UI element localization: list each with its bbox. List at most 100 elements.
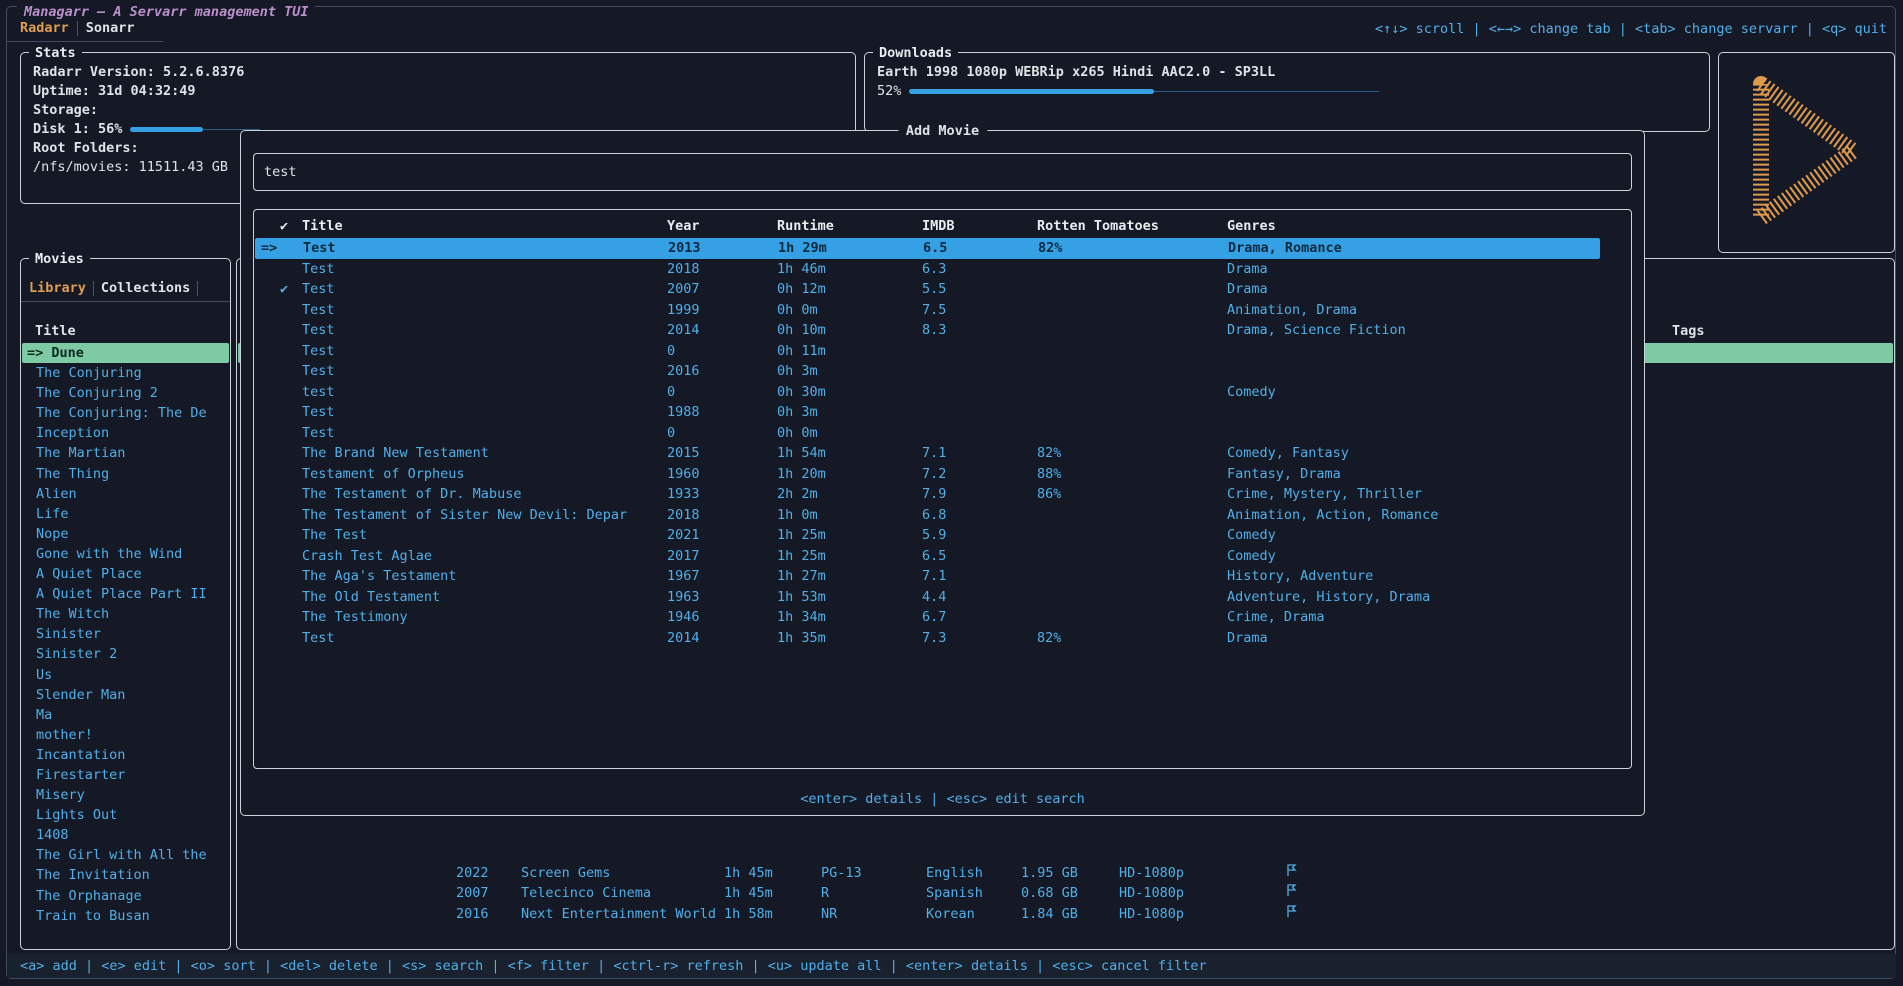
app-title: Managarr — A Servarr management TUI bbox=[17, 4, 315, 20]
list-item[interactable]: The Conjuring 2 bbox=[22, 383, 229, 403]
list-item[interactable]: The Martian bbox=[22, 443, 229, 463]
result-row[interactable]: =>Test20131h 29m6.582%Drama, Romance bbox=[255, 238, 1600, 259]
list-item[interactable]: Life bbox=[22, 504, 229, 524]
cell-genres: Drama, Science Fiction bbox=[1227, 320, 1406, 341]
cell-studio: Telecinco Cinema bbox=[521, 883, 651, 903]
list-item[interactable]: Sinister bbox=[22, 624, 229, 644]
cell-runtime: 1h 45m bbox=[724, 883, 773, 903]
movies-tabs-underline bbox=[21, 301, 230, 302]
list-item[interactable]: Nope bbox=[22, 524, 229, 544]
result-row[interactable]: Test20140h 10m8.3Drama, Science Fiction bbox=[254, 320, 1631, 341]
list-item[interactable]: Lights Out bbox=[22, 805, 229, 825]
cell-genres: Adventure, History, Drama bbox=[1227, 587, 1430, 608]
results-header: ✔ Title Year Runtime IMDB Rotten Tomatoe… bbox=[254, 216, 1631, 236]
list-item[interactable]: 1408 bbox=[22, 825, 229, 845]
result-row[interactable]: Test00h 11m bbox=[254, 341, 1631, 362]
result-row[interactable]: Test00h 0m bbox=[254, 423, 1631, 444]
cell-size: 1.95 GB bbox=[1021, 863, 1078, 883]
list-item[interactable]: A Quiet Place bbox=[22, 564, 229, 584]
list-item[interactable]: The Thing bbox=[22, 464, 229, 484]
tab-collections[interactable]: Collections bbox=[101, 280, 190, 296]
library-row[interactable]: 2007Telecinco Cinema1h 45mRSpanish0.68 G… bbox=[237, 883, 1894, 903]
result-row[interactable]: Test19880h 3m bbox=[254, 402, 1631, 423]
cell-rt: 86% bbox=[1037, 484, 1061, 505]
cell-title: Crash Test Aglae bbox=[302, 546, 432, 567]
check-icon: ✔ bbox=[280, 279, 288, 300]
col-genres: Genres bbox=[1227, 216, 1276, 237]
disk-label: Disk 1: 56% bbox=[33, 120, 122, 139]
result-row[interactable]: The Testament of Sister New Devil: Depar… bbox=[254, 505, 1631, 526]
result-row[interactable]: The Test20211h 25m5.9Comedy bbox=[254, 525, 1631, 546]
list-item[interactable]: Alien bbox=[22, 484, 229, 504]
list-item[interactable]: The Witch bbox=[22, 604, 229, 624]
library-row[interactable]: 2022Screen Gems1h 45mPG-13English1.95 GB… bbox=[237, 863, 1894, 883]
result-row[interactable]: Crash Test Aglae20171h 25m6.5Comedy bbox=[254, 546, 1631, 567]
cell-title: The Brand New Testament bbox=[302, 443, 489, 464]
result-row[interactable]: test00h 30mComedy bbox=[254, 382, 1631, 403]
list-item[interactable]: => Dune bbox=[22, 343, 229, 363]
tab-divider bbox=[93, 281, 94, 296]
tab-radarr[interactable]: Radarr bbox=[20, 20, 69, 36]
result-row[interactable]: The Testimony19461h 34m6.7Crime, Drama bbox=[254, 607, 1631, 628]
download-progress-gauge bbox=[909, 82, 1379, 101]
cell-studio: Screen Gems bbox=[521, 863, 610, 883]
add-movie-search-input[interactable] bbox=[253, 153, 1632, 191]
cell-title: The Testament of Dr. Mabuse bbox=[302, 484, 521, 505]
result-row[interactable]: The Aga's Testament19671h 27m7.1History,… bbox=[254, 566, 1631, 587]
cell-year: 2018 bbox=[667, 259, 700, 280]
cell-title: Test bbox=[302, 259, 335, 280]
movies-panel: Movies Library Collections Title => Dune… bbox=[20, 258, 231, 950]
cell-year: 0 bbox=[667, 423, 675, 444]
result-row[interactable]: Test20141h 35m7.382%Drama bbox=[254, 628, 1631, 649]
cell-imdb: 5.9 bbox=[922, 525, 946, 546]
result-row[interactable]: The Testament of Dr. Mabuse19332h 2m7.98… bbox=[254, 484, 1631, 505]
cell-genres: Comedy, Fantasy bbox=[1227, 443, 1349, 464]
cell-year: 1967 bbox=[667, 566, 700, 587]
cell-runtime: 0h 11m bbox=[777, 341, 826, 362]
tab-library[interactable]: Library bbox=[29, 280, 86, 296]
list-item[interactable]: Misery bbox=[22, 785, 229, 805]
list-item[interactable]: Inception bbox=[22, 423, 229, 443]
result-row[interactable]: The Brand New Testament20151h 54m7.182%C… bbox=[254, 443, 1631, 464]
list-item[interactable]: Gone with the Wind bbox=[22, 544, 229, 564]
cell-year: 2021 bbox=[667, 525, 700, 546]
cell-runtime: 1h 34m bbox=[777, 607, 826, 628]
cell-imdb: 7.3 bbox=[922, 628, 946, 649]
storage-label: Storage: bbox=[33, 101, 843, 120]
list-item[interactable]: Train to Busan bbox=[22, 906, 229, 926]
list-item[interactable]: The Girl with All the bbox=[22, 845, 229, 865]
library-row[interactable]: 2016Next Entertainment World1h 58mNRKore… bbox=[237, 904, 1894, 924]
cell-year: 2007 bbox=[667, 279, 700, 300]
list-item[interactable]: mother! bbox=[22, 725, 229, 745]
tags-column-header: Tags bbox=[1672, 323, 1705, 339]
result-row[interactable]: ✔Test20070h 12m5.5Drama bbox=[254, 279, 1631, 300]
cell-studio: Next Entertainment World bbox=[521, 904, 716, 924]
result-row[interactable]: Test19990h 0m7.5Animation, Drama bbox=[254, 300, 1631, 321]
list-item[interactable]: Us bbox=[22, 665, 229, 685]
cell-runtime: 0h 30m bbox=[777, 382, 826, 403]
list-item[interactable]: Incantation bbox=[22, 745, 229, 765]
result-row[interactable]: Test20160h 3m bbox=[254, 361, 1631, 382]
cell-imdb: 8.3 bbox=[922, 320, 946, 341]
tab-sonarr[interactable]: Sonarr bbox=[86, 20, 135, 36]
list-item[interactable]: The Invitation bbox=[22, 865, 229, 885]
list-item[interactable]: A Quiet Place Part II bbox=[22, 584, 229, 604]
result-row[interactable]: Test20181h 46m6.3Drama bbox=[254, 259, 1631, 280]
cell-title: Test bbox=[302, 320, 335, 341]
list-item[interactable]: Ma bbox=[22, 705, 229, 725]
cell-imdb: 6.8 bbox=[922, 505, 946, 526]
list-item[interactable]: The Conjuring: The De bbox=[22, 403, 229, 423]
list-item[interactable]: Sinister 2 bbox=[22, 644, 229, 664]
cell-rating: PG-13 bbox=[821, 863, 862, 883]
download-item: Earth 1998 1080p WEBRip x265 Hindi AAC2.… bbox=[877, 63, 1697, 82]
result-row[interactable]: The Old Testament19631h 53m4.4Adventure,… bbox=[254, 587, 1631, 608]
cell-year: 0 bbox=[667, 341, 675, 362]
list-item[interactable]: Slender Man bbox=[22, 685, 229, 705]
list-item[interactable]: Firestarter bbox=[22, 765, 229, 785]
col-runtime: Runtime bbox=[777, 216, 834, 237]
cell-year: 1946 bbox=[667, 607, 700, 628]
result-row[interactable]: Testament of Orpheus19601h 20m7.288%Fant… bbox=[254, 464, 1631, 485]
list-item[interactable]: The Orphanage bbox=[22, 886, 229, 906]
list-item[interactable]: The Conjuring bbox=[22, 363, 229, 383]
cell-imdb: 7.5 bbox=[922, 300, 946, 321]
